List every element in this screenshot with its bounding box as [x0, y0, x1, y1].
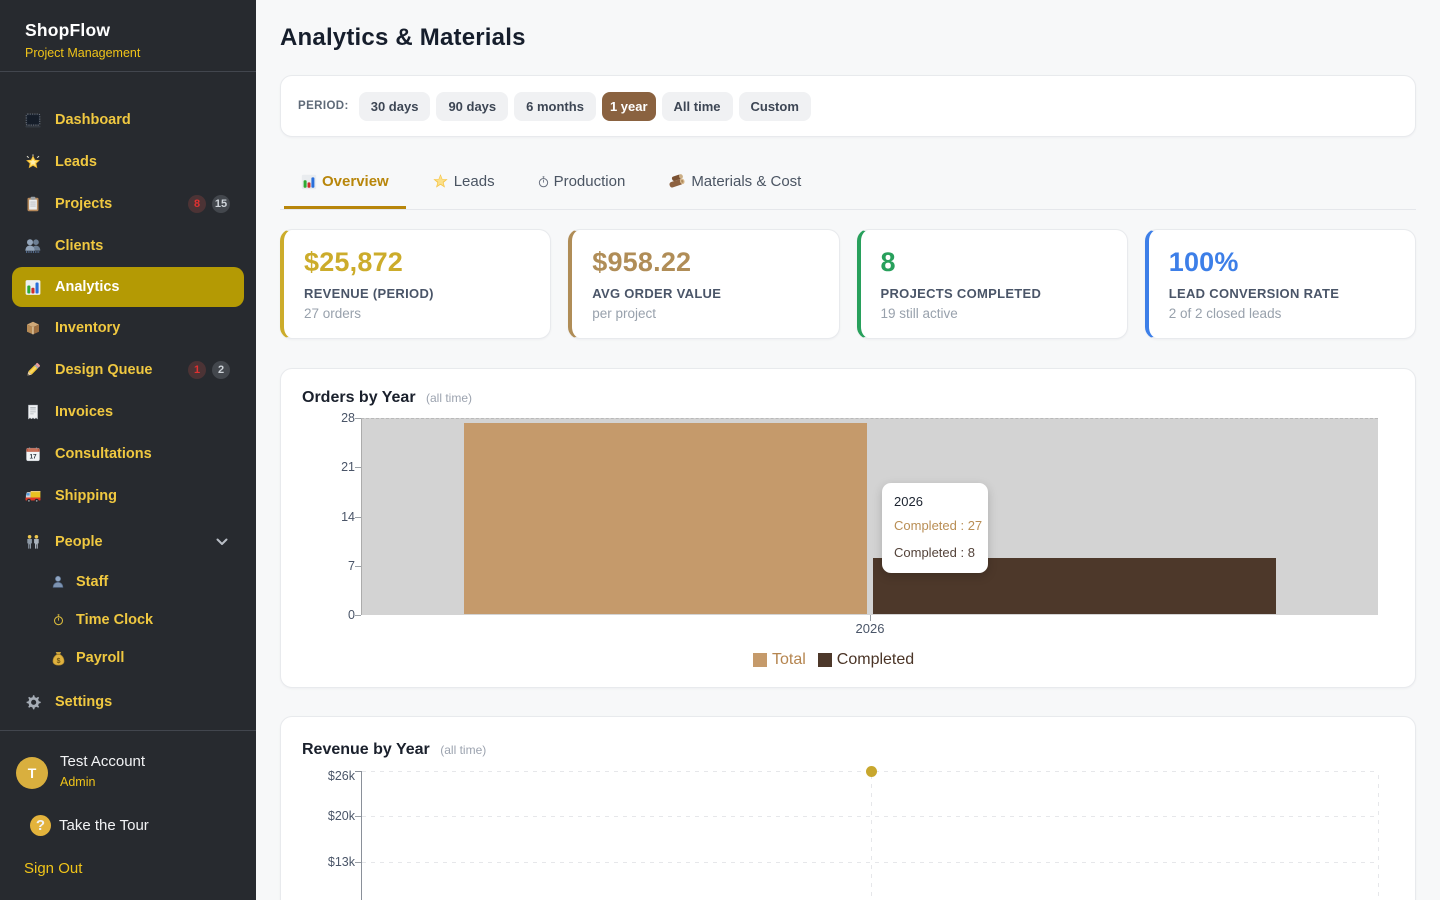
svg-text:17: 17: [29, 454, 37, 461]
svg-text:$: $: [56, 657, 60, 664]
